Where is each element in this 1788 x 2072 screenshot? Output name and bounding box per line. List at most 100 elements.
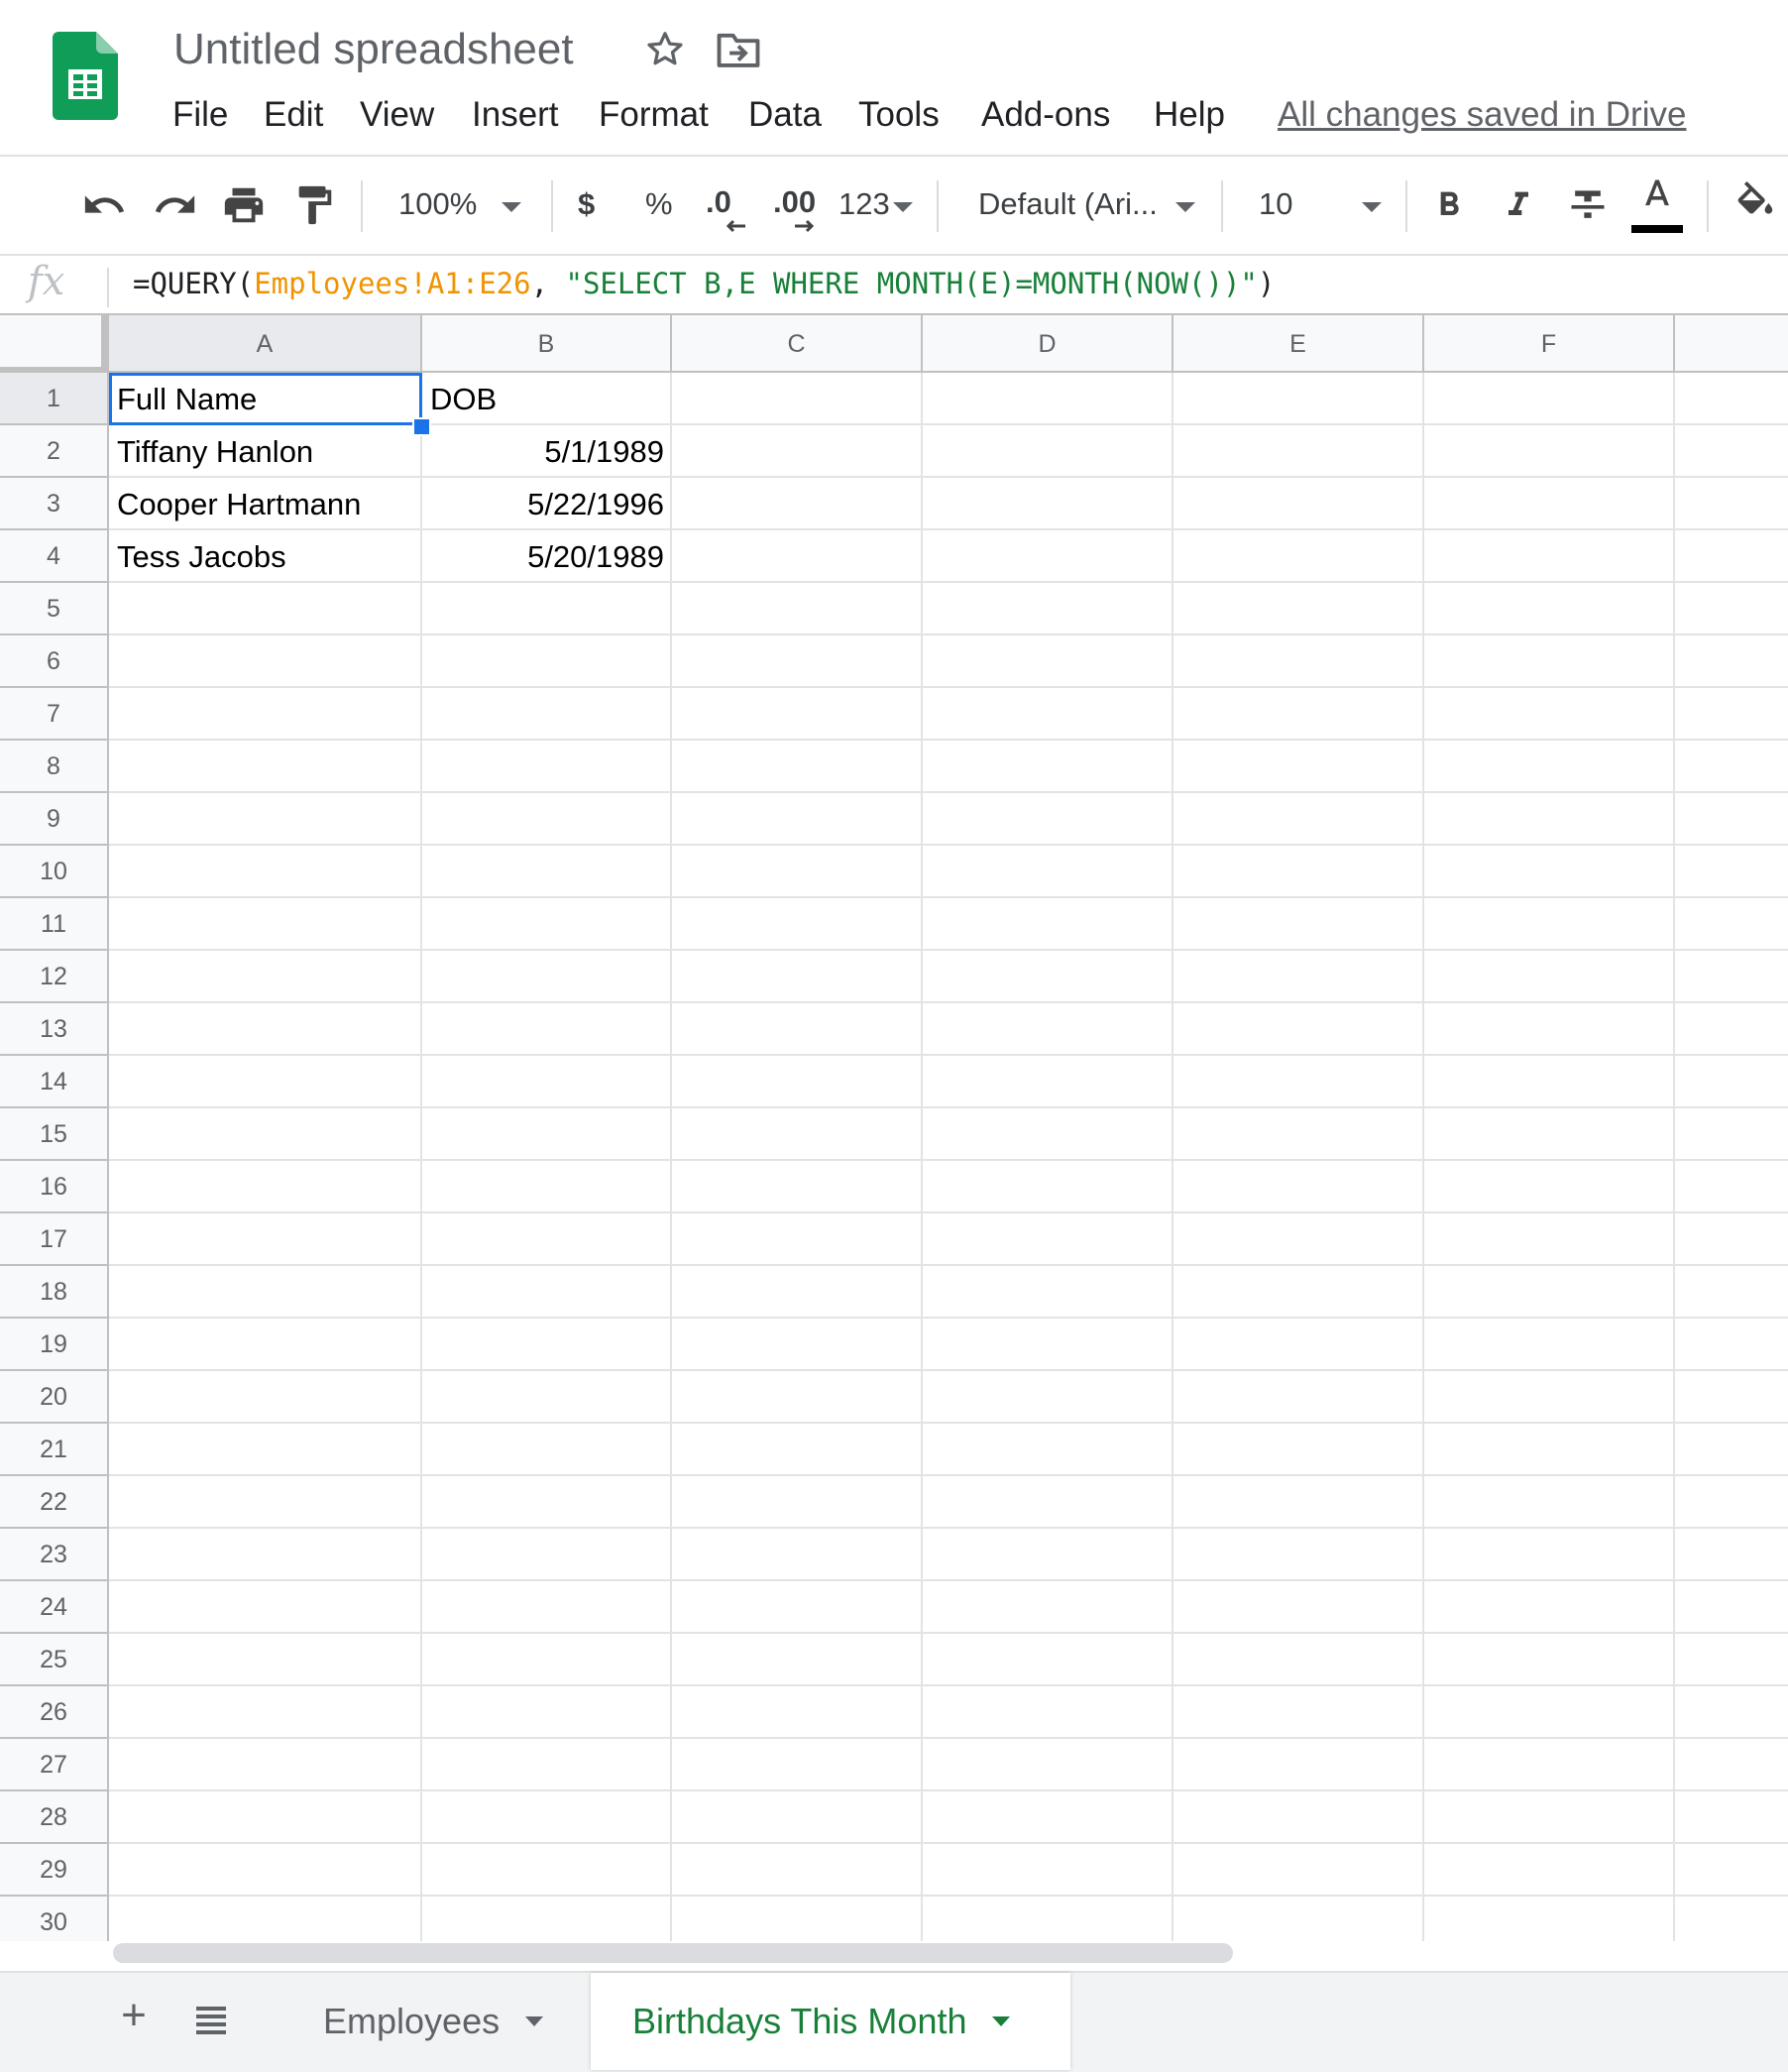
menu-edit[interactable]: Edit: [264, 92, 323, 138]
cell-B1[interactable]: DOB: [430, 373, 668, 425]
italic-icon[interactable]: [1499, 182, 1538, 228]
redo-icon[interactable]: [151, 182, 200, 228]
cell-A1[interactable]: Full Name: [117, 373, 418, 425]
move-to-folder-icon[interactable]: [716, 30, 761, 69]
row-header[interactable]: 4: [0, 530, 109, 583]
bold-icon[interactable]: [1429, 182, 1469, 228]
column-header[interactable]: E: [1173, 315, 1424, 373]
star-icon[interactable]: [643, 28, 687, 71]
row-header[interactable]: 27: [0, 1739, 109, 1791]
menu-file[interactable]: File: [172, 92, 228, 138]
row-header[interactable]: 28: [0, 1791, 109, 1844]
fill-color-icon[interactable]: [1732, 180, 1778, 228]
font-size-select[interactable]: 10: [1259, 180, 1292, 228]
gridline: [109, 686, 1788, 688]
more-formats-button[interactable]: 123: [838, 180, 890, 228]
more-formats-dropdown-icon[interactable]: [893, 202, 913, 212]
sheet-tab-employees[interactable]: Employees: [283, 1973, 586, 2070]
sheet-tab-menu-icon[interactable]: [992, 2016, 1011, 2026]
add-sheet-icon[interactable]: +: [114, 1991, 154, 2040]
row-header[interactable]: 11: [0, 898, 109, 951]
row-header[interactable]: 18: [0, 1266, 109, 1319]
column-header[interactable]: B: [422, 315, 672, 373]
row-header[interactable]: 21: [0, 1424, 109, 1476]
sheet-tab-birthdays-this-month[interactable]: Birthdays This Month: [591, 1973, 1070, 2070]
row-header[interactable]: 8: [0, 741, 109, 793]
font-family-dropdown-icon[interactable]: [1175, 202, 1195, 212]
row-header[interactable]: 26: [0, 1686, 109, 1739]
menu-data[interactable]: Data: [748, 92, 822, 138]
text-color-button[interactable]: [1631, 173, 1683, 236]
row-header[interactable]: 13: [0, 1003, 109, 1056]
row-header[interactable]: 15: [0, 1108, 109, 1161]
row-header[interactable]: 7: [0, 688, 109, 741]
zoom-dropdown-icon[interactable]: [502, 202, 521, 212]
select-all-corner[interactable]: [0, 315, 109, 373]
toolbar: 100% $ % .0 .00 123 Default (Ari... 10: [0, 157, 1788, 254]
row-header[interactable]: 9: [0, 793, 109, 846]
row-header[interactable]: 5: [0, 583, 109, 635]
strikethrough-icon[interactable]: [1566, 182, 1610, 228]
row-header[interactable]: 25: [0, 1634, 109, 1686]
row-header[interactable]: 19: [0, 1319, 109, 1371]
formula-query-string: "SELECT B,E WHERE MONTH(E)=MONTH(NOW())": [565, 267, 1258, 300]
column-header[interactable]: A: [109, 315, 422, 373]
cell-A3[interactable]: Cooper Hartmann: [117, 478, 418, 530]
menu-insert[interactable]: Insert: [472, 92, 559, 138]
cell-B2[interactable]: 5/1/1989: [422, 425, 664, 478]
menu-add-ons[interactable]: Add-ons: [981, 92, 1110, 138]
row-header[interactable]: 2: [0, 425, 109, 478]
row-header[interactable]: 10: [0, 846, 109, 898]
row-header[interactable]: 12: [0, 951, 109, 1003]
row-header[interactable]: 29: [0, 1844, 109, 1897]
row-header[interactable]: 20: [0, 1371, 109, 1424]
menu-view[interactable]: View: [360, 92, 434, 138]
gridline: [109, 1527, 1788, 1529]
sheets-logo-icon[interactable]: [53, 32, 118, 120]
formula-separator: [107, 268, 109, 307]
zoom-select[interactable]: 100%: [398, 180, 477, 228]
percent-format-button[interactable]: %: [645, 180, 673, 228]
fill-handle[interactable]: [412, 417, 431, 436]
column-header[interactable]: [1675, 315, 1788, 373]
save-status-link[interactable]: All changes saved in Drive: [1278, 92, 1686, 138]
text-color-swatch: [1631, 225, 1683, 233]
row-header[interactable]: 14: [0, 1056, 109, 1108]
column-header[interactable]: F: [1424, 315, 1675, 373]
font-family-select[interactable]: Default (Ari...: [978, 180, 1158, 228]
menu-format[interactable]: Format: [599, 92, 709, 138]
formula-input[interactable]: =QUERY(Employees!A1:E26, "SELECT B,E WHE…: [133, 262, 1275, 305]
row-header[interactable]: 30: [0, 1897, 109, 1941]
menu-tools[interactable]: Tools: [858, 92, 940, 138]
all-sheets-menu-icon[interactable]: [194, 1997, 228, 2036]
cell-B4[interactable]: 5/20/1989: [422, 530, 664, 583]
menu-help[interactable]: Help: [1154, 92, 1225, 138]
gridline: [109, 1895, 1788, 1897]
cell-B3[interactable]: 5/22/1996: [422, 478, 664, 530]
gridline: [420, 373, 422, 1941]
paint-format-icon[interactable]: [291, 182, 337, 228]
currency-format-button[interactable]: $: [578, 180, 595, 228]
row-header[interactable]: 1: [0, 373, 109, 425]
row-header[interactable]: 17: [0, 1213, 109, 1266]
cell-A2[interactable]: Tiffany Hanlon: [117, 425, 418, 478]
font-size-dropdown-icon[interactable]: [1362, 202, 1382, 212]
column-header[interactable]: C: [672, 315, 923, 373]
spreadsheet-grid[interactable]: A B C D E F 1 2 3 4 5 6 7 8 9 10 11 12 13 14 15 16 17 18 19 20 21 2…: [0, 315, 1788, 1941]
document-title[interactable]: Untitled spreadsheet: [173, 22, 574, 77]
row-header[interactable]: 6: [0, 635, 109, 688]
column-header[interactable]: D: [923, 315, 1173, 373]
row-header[interactable]: 3: [0, 478, 109, 530]
gridline: [109, 1054, 1788, 1056]
row-header[interactable]: 22: [0, 1476, 109, 1529]
row-header[interactable]: 23: [0, 1529, 109, 1581]
row-header[interactable]: 16: [0, 1161, 109, 1213]
horizontal-scrollbar[interactable]: [113, 1943, 1233, 1963]
toolbar-separator: [1221, 180, 1223, 232]
print-icon[interactable]: [220, 182, 268, 228]
cell-A4[interactable]: Tess Jacobs: [117, 530, 418, 583]
arrow-left-icon: [726, 219, 745, 233]
undo-icon[interactable]: [79, 182, 129, 228]
row-header[interactable]: 24: [0, 1581, 109, 1634]
sheet-tab-menu-icon[interactable]: [525, 2016, 544, 2026]
